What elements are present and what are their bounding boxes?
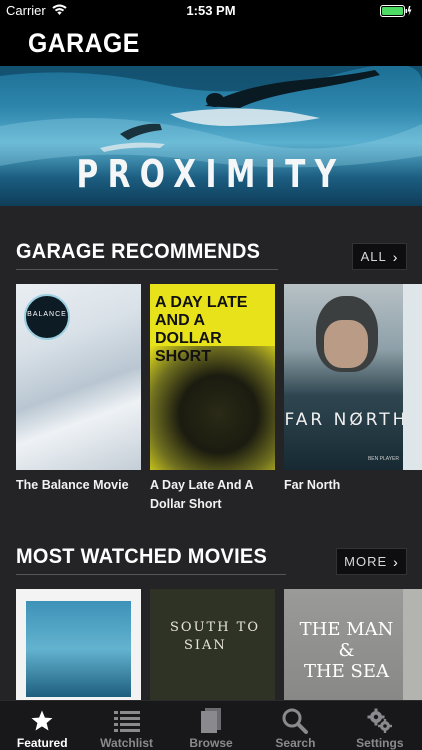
tab-settings[interactable]: Settings	[338, 701, 422, 750]
movie-poster: SOUTH TO SIAN	[150, 589, 275, 700]
movie-poster: THE MAN & THE SEA	[284, 589, 409, 700]
list-icon	[113, 708, 140, 734]
tab-bar: Featured Watchlist Browse Search Setting…	[0, 700, 422, 750]
poster-art	[26, 601, 131, 697]
more-button[interactable]: MORE ›	[336, 548, 407, 575]
poster-text: BALANCE	[27, 311, 67, 318]
poster-text: THE MAN & THE SEA	[284, 619, 409, 682]
all-button-label: ALL	[360, 249, 387, 264]
movie-card[interactable]	[16, 589, 141, 700]
tab-watchlist[interactable]: Watchlist	[84, 701, 168, 750]
tab-label: Browse	[189, 736, 233, 750]
movie-card[interactable]: THE MAN & THE SEA	[284, 589, 409, 700]
movie-card[interactable]: BALANCE The Balance Movie	[16, 284, 141, 495]
more-button-label: MORE	[344, 554, 388, 569]
tab-label: Search	[275, 736, 316, 750]
nav-bar: GARAGE	[0, 22, 422, 66]
movie-title: The Balance Movie	[16, 478, 129, 492]
section-title: GARAGE RECOMMENDS	[16, 240, 261, 263]
status-time: 1:53 PM	[186, 3, 236, 18]
tab-label: Watchlist	[100, 736, 154, 750]
recommends-row[interactable]: BALANCE The Balance Movie A DAY LATE AND…	[16, 284, 422, 514]
movie-card[interactable]: SOUTH TO SIAN	[150, 589, 275, 700]
poster-text: SOUTH TO SIAN	[170, 619, 260, 655]
gear-icon	[367, 708, 393, 734]
section-title: MOST WATCHED MOVIES	[16, 545, 268, 568]
tab-label: Settings	[356, 736, 404, 750]
movie-poster	[16, 589, 141, 700]
poster-text-line: SIAN	[184, 638, 227, 653]
star-icon	[30, 708, 54, 734]
poster-art-face	[324, 320, 368, 368]
most-watched-row[interactable]: SOUTH TO SIAN THE MAN & THE SEA	[16, 589, 422, 700]
tab-search[interactable]: Search	[253, 701, 337, 750]
poster-text: A DAY LATE AND A DOLLAR SHORT	[155, 294, 248, 365]
status-bar: Carrier 1:53 PM	[0, 0, 422, 22]
movie-card-partial[interactable]	[403, 284, 422, 470]
app-title: GARAGE	[28, 28, 140, 58]
tab-browse[interactable]: Browse	[169, 701, 253, 750]
movie-card[interactable]: FAR NØRTH BEN PLAYER Far North	[284, 284, 409, 495]
search-icon	[282, 708, 309, 734]
chevron-right-icon: ›	[392, 248, 399, 265]
poster-text-line: THE MAN	[299, 619, 394, 640]
all-button[interactable]: ALL ›	[352, 243, 407, 270]
movie-poster: FAR NØRTH BEN PLAYER	[284, 284, 409, 470]
hero-banner[interactable]: PROXIMITY	[0, 66, 422, 206]
tab-featured[interactable]: Featured	[0, 701, 84, 750]
movie-poster: BALANCE	[16, 284, 141, 470]
poster-text: FAR NØRTH	[284, 410, 409, 430]
poster-text-line: &	[338, 640, 355, 661]
movie-card-partial[interactable]	[403, 589, 422, 700]
movie-title: Far North	[284, 478, 341, 492]
balance-logo: BALANCE	[24, 294, 70, 340]
poster-text-line: THE SEA	[303, 661, 390, 682]
hero-title: PROXIMITY	[76, 152, 346, 196]
section-header-most-watched: MOST WATCHED MOVIES	[16, 545, 286, 575]
battery-icon	[380, 5, 412, 17]
section-header-recommends: GARAGE RECOMMENDS	[16, 240, 278, 270]
movie-card[interactable]: A DAY LATE AND A DOLLAR SHORT A Day Late…	[150, 284, 275, 514]
poster-credit: BEN PLAYER	[367, 456, 399, 462]
movie-title: A Day Late And A Dollar Short	[150, 478, 254, 511]
pages-icon	[200, 708, 222, 734]
tab-label: Featured	[16, 736, 68, 750]
movie-poster: A DAY LATE AND A DOLLAR SHORT	[150, 284, 275, 470]
poster-text-line: SOUTH TO	[170, 620, 260, 635]
chevron-right-icon: ›	[393, 553, 399, 570]
